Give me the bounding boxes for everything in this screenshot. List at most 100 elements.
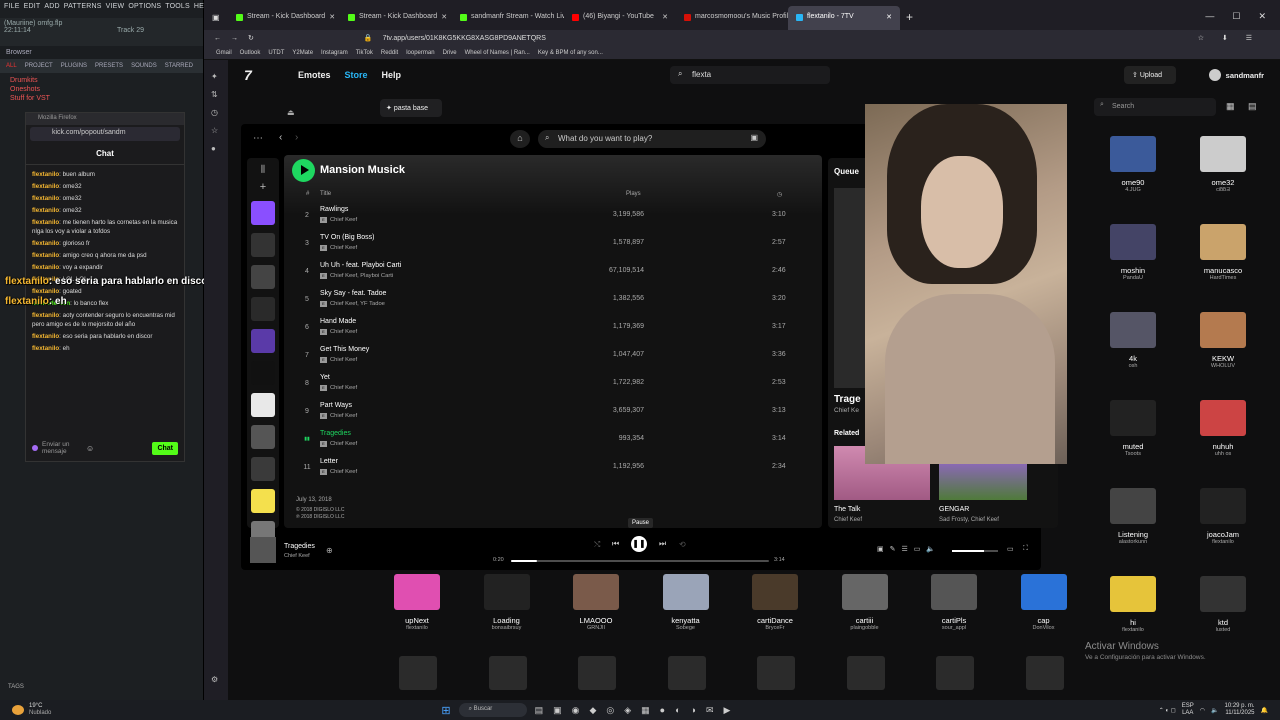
now-playing-artist[interactable]: Chief Keef (284, 553, 310, 559)
add-to-playlist-icon[interactable]: ⊕ (326, 546, 333, 555)
miniplayer-icon[interactable]: ▭ (1007, 545, 1014, 553)
emote-card[interactable]: Listening alastorkunn (1098, 488, 1168, 545)
browser-tab[interactable]: sandmanfr Stream - Watch Live✕ (452, 6, 564, 30)
track-row[interactable]: 9 Part Ways E Chief Keef 3,659,307 3:13 (300, 401, 800, 429)
seventv-logo[interactable]: 7 (244, 67, 284, 83)
track-artist[interactable]: Chief Keef (330, 385, 357, 391)
chat-username[interactable]: flextanilo (32, 312, 59, 319)
emote-card[interactable]: hi flextanilo (1098, 576, 1168, 633)
daw-tab-all[interactable]: ALL (6, 63, 17, 69)
paint-icon[interactable]: ⏏ (287, 108, 295, 117)
daw-tab-sounds[interactable]: SOUNDS (131, 63, 157, 69)
daw-menu-file[interactable]: FILE (4, 3, 20, 15)
track-title[interactable]: Get This Money (320, 346, 369, 353)
taskbar-apps[interactable]: ▤▣◉◆◎◈▦●◐◑✉▶ (535, 705, 741, 716)
back-icon[interactable]: ← (214, 35, 221, 42)
track-artist[interactable]: Chief Keef (330, 469, 357, 475)
emote-image[interactable] (399, 656, 437, 690)
wifi-icon[interactable]: ◠ (1200, 707, 1205, 714)
track-title[interactable]: Hand Made (320, 318, 356, 325)
pause-button[interactable]: ❚❚ (631, 536, 647, 552)
chat-username[interactable]: flextanilo (32, 207, 59, 214)
track-title[interactable]: Rawlings (320, 206, 348, 213)
emote-image[interactable] (488, 656, 527, 690)
daw-menu-edit[interactable]: EDIT (24, 3, 41, 15)
track-title[interactable]: Uh Uh - feat. Playboi Carti (320, 262, 401, 269)
library-item[interactable] (251, 457, 275, 481)
daw-menu-tools[interactable]: TOOLS (165, 3, 190, 15)
track-row[interactable]: 8 Yet E Chief Keef 1,722,982 2:53 (300, 373, 800, 401)
toolbar-extensions[interactable]: ☆ ⬇ ☰ (1198, 34, 1260, 42)
extra-controls[interactable]: ▣✎☰▭🔈 (877, 545, 941, 553)
emote-card[interactable]: joacoJam flextanilo (1188, 488, 1258, 545)
browser-tab[interactable]: marcosmomoou's Music Profile✕ (676, 6, 788, 30)
emote-picker-icon[interactable]: ☺ (86, 444, 94, 453)
library-item[interactable] (251, 233, 275, 257)
seventv-search-input[interactable]: ⌕ flexta (670, 66, 830, 84)
bookmark-item[interactable]: Drive (443, 50, 457, 56)
chat-username[interactable]: flextanilo (32, 219, 59, 226)
sidebar-bookmarks-icon[interactable]: ☆ (211, 122, 221, 140)
emote-image[interactable] (936, 656, 974, 690)
track-row[interactable]: 6 Hand Made E Chief Keef 1,179,369 3:17 (300, 317, 800, 345)
sidebar-ai-icon[interactable]: ✦ (211, 68, 221, 86)
emote-search-input[interactable]: ⌕ Search (1094, 98, 1216, 116)
bookmark-item[interactable]: TikTok (356, 50, 373, 56)
chat-username[interactable]: flextanilo (32, 252, 59, 259)
emote-card[interactable]: ktd lusted (1188, 576, 1258, 633)
speaker-icon[interactable]: 🔈 (1211, 707, 1218, 714)
bookmark-item[interactable]: Outlook (240, 50, 261, 56)
chat-username[interactable]: flextanilo (32, 240, 59, 247)
emote-card[interactable]: cartiDance BryceFr (740, 574, 810, 631)
emote-card[interactable]: Loading bonsaibrsuy (472, 574, 542, 631)
track-artist[interactable]: Chief Keef (330, 357, 357, 363)
track-row[interactable]: 11 Letter E Chief Keef 1,192,956 2:34 (300, 457, 800, 485)
emote-card[interactable]: upNext flextanilo (382, 574, 452, 631)
bookmark-item[interactable]: looperman (406, 50, 434, 56)
library-item[interactable] (251, 201, 275, 225)
track-row[interactable]: 3 TV On (Big Boss) E Chief Keef 1,578,897 2:5… (300, 233, 800, 261)
spotify-search-input[interactable]: ⌕ What do you want to play? ▣ (538, 130, 766, 148)
shuffle-icon[interactable]: ⤭ (594, 540, 600, 550)
chat-username[interactable]: flextanilo (32, 288, 59, 295)
bookmark-item[interactable]: Y2Mate (292, 50, 313, 56)
emote-card[interactable]: kenyatta Sobege (651, 574, 721, 631)
chat-send-button[interactable]: Chat (152, 441, 178, 455)
library-item[interactable] (251, 425, 275, 449)
bookmark-item[interactable]: Reddit (381, 50, 398, 56)
daw-browser-item-drumkits[interactable]: Drumkits (0, 76, 203, 85)
emote-card[interactable]: ome90 4.JUG (1098, 136, 1168, 193)
emote-card[interactable]: LMAOOO GRNJII (561, 574, 631, 631)
volume-slider[interactable] (952, 550, 998, 552)
daw-browser-item-oneshots[interactable]: Oneshots (0, 85, 203, 94)
track-title[interactable]: Letter (320, 458, 338, 465)
library-item[interactable] (251, 329, 275, 353)
start-icon[interactable]: ⊞ (441, 704, 450, 717)
bookmark-item[interactable]: Key & BPM of any son... (538, 50, 603, 56)
tray-icons[interactable]: ⌃ ◐ ◻ (1159, 707, 1176, 714)
play-button[interactable] (292, 159, 315, 182)
track-row[interactable]: 4 Uh Uh - feat. Playboi Carti E Chief Keef,… (300, 261, 800, 289)
chat-username[interactable]: flextanilo (32, 183, 59, 190)
bookmark-item[interactable]: Gmail (216, 50, 232, 56)
daw-tab-presets[interactable]: PRESETS (95, 63, 123, 69)
related-title-1[interactable]: The Talk (834, 506, 860, 513)
track-artist[interactable]: Chief Keef (330, 413, 357, 419)
bookmark-item[interactable]: Wheel of Names | Ran... (465, 50, 530, 56)
track-artist[interactable]: Chief Keef (330, 217, 357, 223)
emote-image[interactable] (667, 656, 706, 690)
emote-image[interactable] (578, 656, 616, 690)
spotify-back-icon[interactable]: ‹ (279, 132, 282, 143)
track-artist[interactable]: Chief Keef (330, 441, 357, 447)
reload-icon[interactable]: ↻ (248, 34, 254, 42)
repeat-icon[interactable]: ⟲ (679, 540, 686, 549)
emote-image[interactable] (846, 656, 885, 690)
close-window-button[interactable]: ✕ (1258, 11, 1266, 22)
browse-icon[interactable]: ▣ (750, 133, 758, 142)
tab-close-icon[interactable]: ✕ (329, 13, 335, 23)
chat-username[interactable]: flextanilo (32, 264, 59, 271)
maximize-button[interactable]: ☐ (1232, 11, 1240, 22)
now-playing-title[interactable]: Tragedies (284, 543, 315, 550)
sidebar-history-icon[interactable]: ◷ (211, 104, 221, 122)
nav-help[interactable]: Help (382, 70, 402, 80)
